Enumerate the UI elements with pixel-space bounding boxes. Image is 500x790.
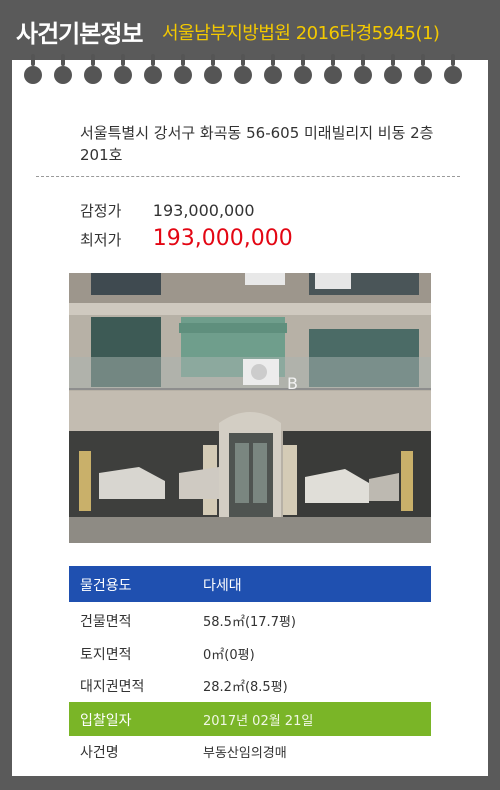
minimum-price-row: 최저가 193,000,000 (80, 226, 293, 251)
building-letter: B (287, 374, 298, 393)
binder-ring (144, 54, 162, 84)
property-address: 서울특별시 강서구 화곡동 56-605 미래빌리지 비동 2층201호 (80, 124, 434, 164)
info-row-land-right-area: 대지권면적 28.2㎡(8.5평) (69, 670, 431, 702)
header-bar: 사건기본정보 서울남부지방법원 2016타경5945(1) (0, 0, 500, 62)
binder-ring (444, 54, 462, 84)
binder-ring (294, 54, 312, 84)
minimum-price-value: 193,000,000 (152, 226, 293, 251)
case-number: 서울남부지방법원 2016타경5945(1) (162, 23, 440, 44)
info-value: 다세대 (203, 578, 242, 594)
info-value: 부동산임의경매 (203, 746, 287, 761)
info-label: 건물면적 (80, 614, 132, 630)
page-title: 사건기본정보 (16, 20, 143, 48)
info-label: 물건용도 (80, 578, 132, 594)
divider (36, 176, 460, 177)
binder-ring (384, 54, 402, 84)
binder-ring (204, 54, 222, 84)
info-row-bid-date: 입찰일자 2017년 02월 21일 (69, 702, 431, 736)
info-label: 토지면적 (80, 647, 132, 663)
info-row-building-area: 건물면적 58.5㎡(17.7평) (69, 602, 431, 638)
binder-ring (414, 54, 432, 84)
binder-ring (264, 54, 282, 84)
info-row-usage: 물건용도 다세대 (69, 566, 431, 602)
info-value: 2017년 02월 21일 (203, 714, 314, 729)
appraisal-price-value: 193,000,000 (152, 201, 255, 220)
property-photo[interactable]: B (69, 273, 431, 543)
info-row-land-area: 토지면적 0㎡(0평) (69, 638, 431, 670)
info-value: 28.2㎡(8.5평) (203, 680, 288, 695)
binder-ring (54, 54, 72, 84)
binder-ring (234, 54, 252, 84)
info-value: 0㎡(0평) (203, 648, 255, 663)
binder-rings (20, 54, 480, 88)
appraisal-price-row: 감정가 193,000,000 (80, 200, 255, 221)
info-row-case-name: 사건명 부동산임의경매 (69, 736, 431, 768)
binder-ring (84, 54, 102, 84)
info-value: 58.5㎡(17.7평) (203, 615, 296, 630)
binder-ring (174, 54, 192, 84)
info-label: 사건명 (80, 745, 119, 761)
info-label: 대지권면적 (80, 679, 145, 695)
appraisal-price-label: 감정가 (80, 202, 122, 220)
binder-ring (324, 54, 342, 84)
building-photo-image: B (69, 273, 431, 543)
binder-ring (114, 54, 132, 84)
binder-ring (24, 54, 42, 84)
property-info-table: 물건용도 다세대 건물면적 58.5㎡(17.7평) 토지면적 0㎡(0평) 대… (69, 566, 431, 768)
minimum-price-label: 최저가 (80, 231, 122, 249)
binder-ring (354, 54, 372, 84)
info-label: 입찰일자 (80, 713, 132, 729)
